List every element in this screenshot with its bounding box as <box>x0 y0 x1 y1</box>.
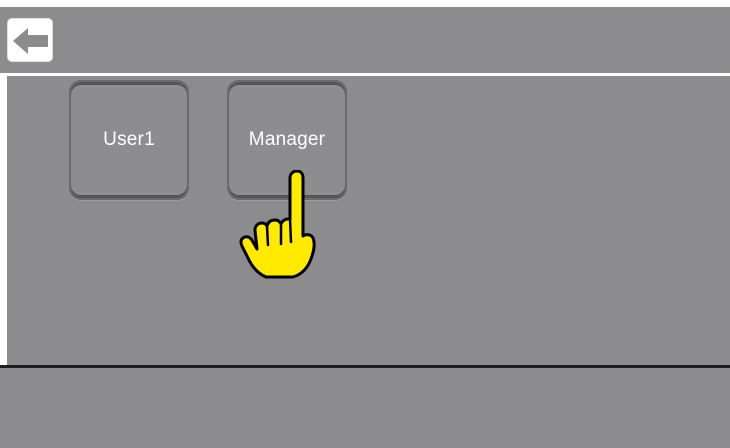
back-button[interactable] <box>7 18 53 62</box>
header-bar <box>0 7 730 73</box>
arrow-left-icon <box>13 28 48 54</box>
user1-button[interactable]: User1 <box>69 80 189 200</box>
screen: User1 Manager <box>0 0 730 448</box>
user1-button-label: User1 <box>103 129 155 150</box>
footer-bar <box>0 368 730 448</box>
manager-button[interactable]: Manager <box>227 80 347 200</box>
manager-button-label: Manager <box>248 129 326 150</box>
